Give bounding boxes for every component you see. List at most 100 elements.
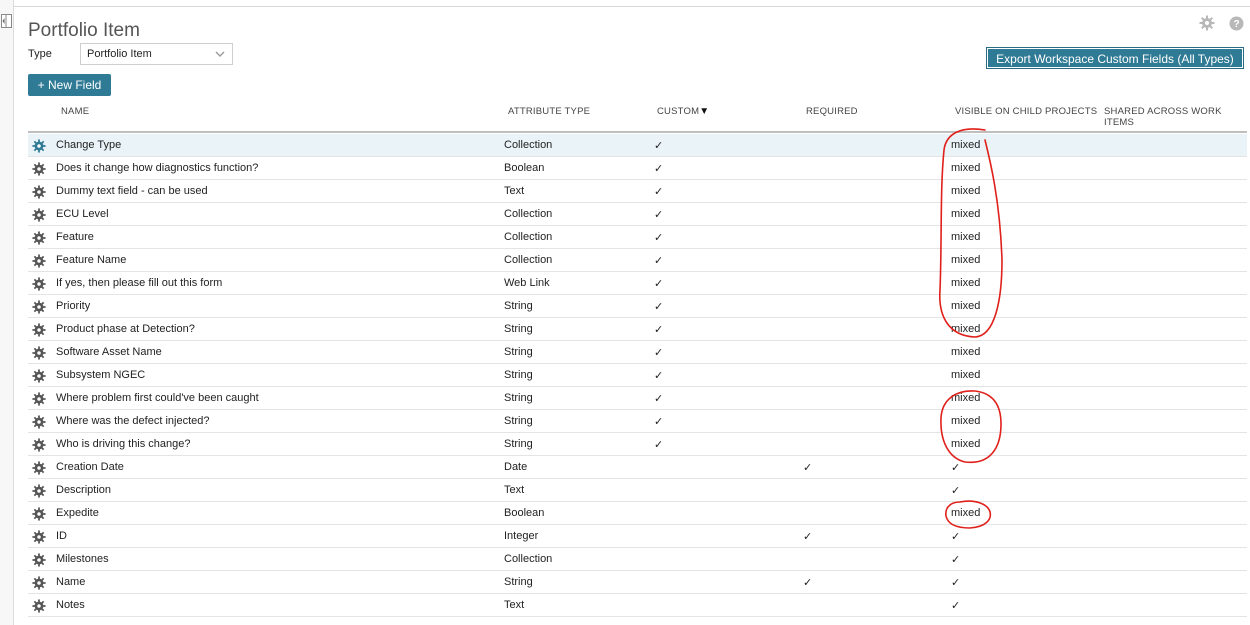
row-settings-gear-icon[interactable] [32,185,46,199]
field-name[interactable]: Does it change how diagnostics function? [56,162,258,174]
row-settings-gear-icon[interactable] [32,507,46,521]
table-row[interactable]: Feature Name Collection ✓ mixed [28,249,1247,272]
row-settings-gear-icon[interactable] [32,208,46,222]
column-header-shared-across-work-items[interactable]: SHARED ACROSS WORK ITEMS [1104,106,1222,128]
top-divider [14,6,1250,7]
row-settings-gear-icon[interactable] [32,484,46,498]
header-divider [28,131,1247,133]
row-settings-gear-icon[interactable] [32,553,46,567]
table-row[interactable]: Subsystem NGEC String ✓ mixed [28,364,1247,387]
row-settings-gear-icon[interactable] [32,599,46,613]
table-row[interactable]: Where was the defect injected? String ✓ mix… [28,410,1247,433]
field-name[interactable]: Change Type [56,139,121,151]
field-attribute-type: Boolean [504,507,545,519]
field-visible-on-child-projects: mixed [951,254,981,266]
row-settings-gear-icon[interactable] [32,392,46,406]
column-header-required[interactable]: REQUIRED [806,106,858,117]
field-name[interactable]: Expedite [56,507,99,519]
field-visible-on-child-projects: ✓ [951,462,961,474]
field-name[interactable]: Subsystem NGEC [56,369,145,381]
table-row[interactable]: Notes Text ✓ [28,594,1247,617]
row-settings-gear-icon[interactable] [32,461,46,475]
field-name[interactable]: Name [56,576,85,588]
field-name[interactable]: Description [56,484,111,496]
field-name[interactable]: ECU Level [56,208,109,220]
field-name[interactable]: Priority [56,300,90,312]
gear-icon[interactable] [1199,15,1215,31]
row-settings-gear-icon[interactable] [32,346,46,360]
field-visible-on-child-projects: mixed [951,231,981,243]
table-row[interactable]: Priority String ✓ mixed [28,295,1247,318]
field-name[interactable]: Dummy text field - can be used [56,185,208,197]
field-name[interactable]: Product phase at Detection? [56,323,195,335]
type-label: Type [28,48,52,60]
row-settings-gear-icon[interactable] [32,438,46,452]
type-select[interactable]: Portfolio Item [80,43,233,65]
table-row[interactable]: Software Asset Name String ✓ mixed [28,341,1247,364]
table-row[interactable]: Does it change how diagnostics function?… [28,157,1247,180]
row-settings-gear-icon[interactable] [32,254,46,268]
field-name[interactable]: Who is driving this change? [56,438,191,450]
row-settings-gear-icon[interactable] [32,369,46,383]
field-custom-check: ✓ [654,163,664,175]
field-custom-check: ✓ [654,255,664,267]
table-row[interactable]: ID Integer ✓ ✓ [28,525,1247,548]
field-name[interactable]: Software Asset Name [56,346,162,358]
table-row[interactable]: ECU Level Collection ✓ mixed [28,203,1247,226]
table-row[interactable]: Who is driving this change? String ✓ mixed [28,433,1247,456]
field-name[interactable]: Feature [56,231,94,243]
row-settings-gear-icon[interactable] [32,323,46,337]
table-row[interactable]: Product phase at Detection? String ✓ mixed [28,318,1247,341]
row-settings-gear-icon[interactable] [32,277,46,291]
help-icon[interactable]: ? [1229,16,1244,31]
field-name[interactable]: ID [56,530,67,542]
row-settings-gear-icon[interactable] [32,576,46,590]
export-custom-fields-button[interactable]: Export Workspace Custom Fields (All Type… [986,47,1244,69]
table-row[interactable]: Dummy text field - can be used Text ✓ mixed [28,180,1247,203]
column-header-attribute-type[interactable]: ATTRIBUTE TYPE [508,106,590,117]
field-attribute-type: String [504,438,533,450]
table-row[interactable]: Where problem first could've been caught… [28,387,1247,410]
table-row[interactable]: Change Type Collection ✓ mixed [28,134,1247,157]
field-required-check: ✓ [803,577,813,589]
column-header-custom[interactable]: CUSTOM▼ [657,106,709,117]
field-custom-check: ✓ [654,439,664,451]
field-name[interactable]: Notes [56,599,85,611]
row-settings-gear-icon[interactable] [32,231,46,245]
row-settings-gear-icon[interactable] [32,300,46,314]
table-row[interactable]: Expedite Boolean mixed [28,502,1247,525]
field-name[interactable]: Where problem first could've been caught [56,392,259,404]
column-header-shared-line1: SHARED ACROSS WORK [1104,106,1222,117]
table-row[interactable]: Description Text ✓ [28,479,1247,502]
field-name[interactable]: Creation Date [56,461,124,473]
row-settings-gear-icon[interactable] [32,139,46,153]
field-visible-on-child-projects: ✓ [951,554,961,566]
field-visible-on-child-projects: mixed [951,346,981,358]
column-header-name[interactable]: NAME [61,106,89,117]
new-field-button[interactable]: + New Field [28,74,111,96]
field-attribute-type: String [504,323,533,335]
field-visible-on-child-projects: mixed [951,415,981,427]
column-header-visible-on-child-projects[interactable]: VISIBLE ON CHILD PROJECTS [955,106,1097,117]
table-row[interactable]: Feature Collection ✓ mixed [28,226,1247,249]
field-name[interactable]: Feature Name [56,254,126,266]
table-row[interactable]: If yes, then please fill out this form We… [28,272,1247,295]
table-row[interactable]: Name String ✓ ✓ [28,571,1247,594]
row-settings-gear-icon[interactable] [32,162,46,176]
table-row[interactable]: Milestones Collection ✓ [28,548,1247,571]
field-visible-on-child-projects: mixed [951,277,981,289]
row-settings-gear-icon[interactable] [32,415,46,429]
field-custom-check: ✓ [654,232,664,244]
field-name[interactable]: Milestones [56,553,109,565]
field-name[interactable]: Where was the defect injected? [56,415,209,427]
field-name[interactable]: If yes, then please fill out this form [56,277,222,289]
table-row[interactable]: Creation Date Date ✓ ✓ [28,456,1247,479]
field-custom-check: ✓ [654,324,664,336]
page-title: Portfolio Item [28,20,140,41]
field-attribute-type: Date [504,461,528,473]
row-settings-gear-icon[interactable] [32,530,46,544]
field-attribute-type: Text [504,185,525,197]
collapse-panel-icon[interactable] [1,14,12,28]
field-visible-on-child-projects: ✓ [951,600,961,612]
svg-text:?: ? [1233,19,1239,30]
